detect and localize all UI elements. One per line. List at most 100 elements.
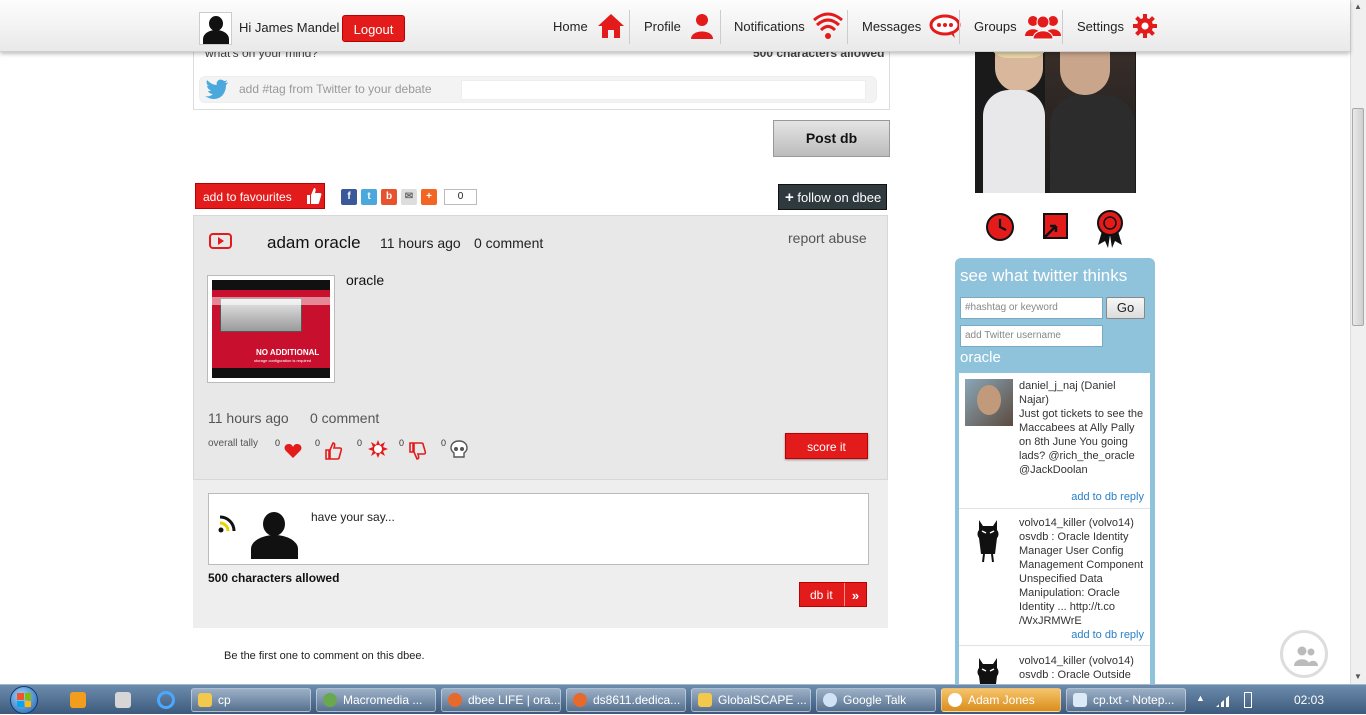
nav-profile[interactable]: Profile [644, 0, 715, 52]
task-notepad[interactable]: cp.txt - Notep... [1066, 688, 1186, 712]
thumbs-down-icon[interactable] [409, 442, 427, 460]
task-label: cp.txt - Notep... [1093, 693, 1175, 707]
twitter-share-icon[interactable]: t [361, 189, 377, 205]
scroll-up-arrow[interactable]: ▲ [1353, 2, 1363, 12]
twitter-tag-input[interactable] [461, 80, 866, 100]
commenter-avatar [249, 509, 300, 559]
share-arrow-icon[interactable] [1040, 211, 1070, 242]
facebook-share-icon[interactable]: f [341, 189, 357, 205]
post-author[interactable]: adam oracle [267, 233, 361, 253]
tray-arrow-icon[interactable]: ▲ [1196, 693, 1205, 703]
page-scrollbar[interactable] [1350, 0, 1366, 684]
task-ds8611[interactable]: ds8611.dedica... [566, 688, 686, 712]
task-label: GlobalSCAPE ... [718, 693, 807, 707]
skull-icon[interactable] [450, 440, 468, 460]
blogger-share-icon[interactable]: b [381, 189, 397, 205]
tally-count-skull: 0 [441, 438, 447, 448]
task-dbee-life[interactable]: dbee LIFE | ora... [441, 688, 561, 712]
reply-placeholder: have your say... [311, 510, 395, 524]
task-adam-jones[interactable]: Adam Jones [941, 688, 1061, 712]
add-to-db-reply-link[interactable]: add to db reply [1071, 629, 1144, 641]
add-to-favourites-button[interactable]: add to favourites [195, 183, 325, 209]
nav-notifications-label: Notifications [734, 18, 805, 34]
nav-groups[interactable]: Groups [974, 0, 1061, 52]
media-player-icon[interactable] [70, 692, 86, 708]
report-abuse-link[interactable]: report abuse [788, 230, 867, 246]
taskbar-clock[interactable]: 02:03 [1294, 693, 1324, 707]
follow-label: follow on dbee [797, 190, 882, 205]
macromedia-icon [323, 693, 337, 707]
contacts-floating-button[interactable] [1280, 630, 1328, 678]
email-share-icon[interactable]: ✉ [401, 189, 417, 205]
hashtag-input[interactable]: #hashtag or keyword [960, 297, 1103, 319]
scrollbar-thumb[interactable] [1352, 108, 1364, 326]
tweet-item: volvo14_killer (volvo14) osvdb : Oracle … [959, 648, 1150, 688]
user-avatar[interactable] [199, 12, 232, 45]
tweet-item: volvo14_killer (volvo14) osvdb : Oracle … [959, 510, 1150, 646]
post-comment-count-footer[interactable]: 0 comment [310, 410, 379, 426]
firefox-icon [573, 693, 587, 707]
tweet-user[interactable]: volvo14_killer (volvo14) [1019, 655, 1134, 667]
task-macromedia[interactable]: Macromedia ... [316, 688, 436, 712]
thumbnail-subcaption: storage configuration is required [254, 358, 312, 363]
globalscape-icon [698, 693, 712, 707]
add-to-db-reply-link[interactable]: add to db reply [1071, 491, 1144, 503]
chat-bubble-icon [929, 14, 961, 38]
group-icon [1024, 15, 1061, 40]
profile-photo[interactable] [975, 40, 1136, 193]
google-talk-icon [823, 693, 837, 707]
addthis-share-icon[interactable]: + [421, 189, 437, 205]
clock-icon[interactable] [985, 211, 1015, 242]
twitter-username-input[interactable]: add Twitter username [960, 325, 1103, 347]
tally-count-love: 0 [275, 438, 281, 448]
twitter-keyword: oracle [960, 349, 1001, 366]
task-label: cp [218, 693, 231, 707]
task-label: ds8611.dedica... [593, 693, 681, 707]
ie-icon[interactable] [157, 691, 175, 709]
thumbs-up-icon[interactable] [325, 442, 343, 460]
windows-taskbar: cp Macromedia ... dbee LIFE | ora... ds8… [0, 684, 1366, 714]
nav-home-label: Home [553, 18, 588, 34]
follow-on-dbee-button[interactable]: + follow on dbee [778, 184, 887, 210]
tweet-avatar[interactable] [973, 654, 1003, 688]
post-db-button[interactable]: Post db [773, 120, 890, 157]
thumbnail-caption: NO ADDITIONAL [256, 348, 320, 357]
battery-icon[interactable] [1244, 692, 1252, 708]
heart-icon[interactable] [284, 443, 302, 459]
tweet-avatar[interactable] [973, 516, 1003, 564]
post-comment-count[interactable]: 0 comment [474, 235, 543, 251]
db-it-button[interactable]: db it » [799, 582, 867, 607]
tools-icon[interactable] [115, 692, 131, 708]
splat-icon[interactable] [367, 439, 389, 459]
score-it-button[interactable]: score it [785, 433, 868, 459]
tweet-avatar[interactable] [965, 379, 1013, 426]
nav-settings[interactable]: Settings [1077, 0, 1158, 52]
post-thumbnail[interactable]: NO ADDITIONAL storage configuration is r… [207, 275, 335, 383]
go-button[interactable]: Go [1106, 297, 1145, 319]
reply-input[interactable] [208, 493, 869, 565]
tweet-user[interactable]: volvo14_killer (volvo14) [1019, 517, 1134, 529]
firefox-icon [448, 693, 462, 707]
logout-button[interactable]: Logout [342, 15, 405, 42]
task-google-talk[interactable]: Google Talk [816, 688, 936, 712]
nav-notifications[interactable]: Notifications [734, 0, 843, 52]
award-ribbon-icon[interactable] [1094, 209, 1126, 249]
notepad-icon [1073, 693, 1087, 707]
nav-messages[interactable]: Messages [862, 0, 961, 52]
task-globalscape[interactable]: GlobalSCAPE ... [691, 688, 811, 712]
tweet-body: osvdb : Oracle Outside [1019, 669, 1131, 681]
nav-separator [1062, 10, 1063, 44]
network-icon[interactable] [1216, 693, 1232, 707]
tweet-user[interactable]: daniel_j_naj (Daniel Najar) [1019, 380, 1116, 406]
share-count: 0 [444, 189, 477, 205]
start-button[interactable] [6, 685, 46, 715]
top-navigation-bar: Hi James Mandel Logout Home Profile Noti… [0, 0, 1350, 52]
chevron-down-icon[interactable]: » [844, 583, 866, 606]
overall-tally-label: overall tally [208, 438, 259, 449]
greeting-text: Hi James Mandel [239, 20, 340, 35]
nav-home[interactable]: Home [553, 0, 626, 52]
scroll-down-arrow[interactable]: ▼ [1353, 672, 1363, 682]
task-label: Macromedia ... [343, 693, 423, 707]
task-cp[interactable]: cp [191, 688, 311, 712]
tally-count-like: 0 [315, 438, 321, 448]
